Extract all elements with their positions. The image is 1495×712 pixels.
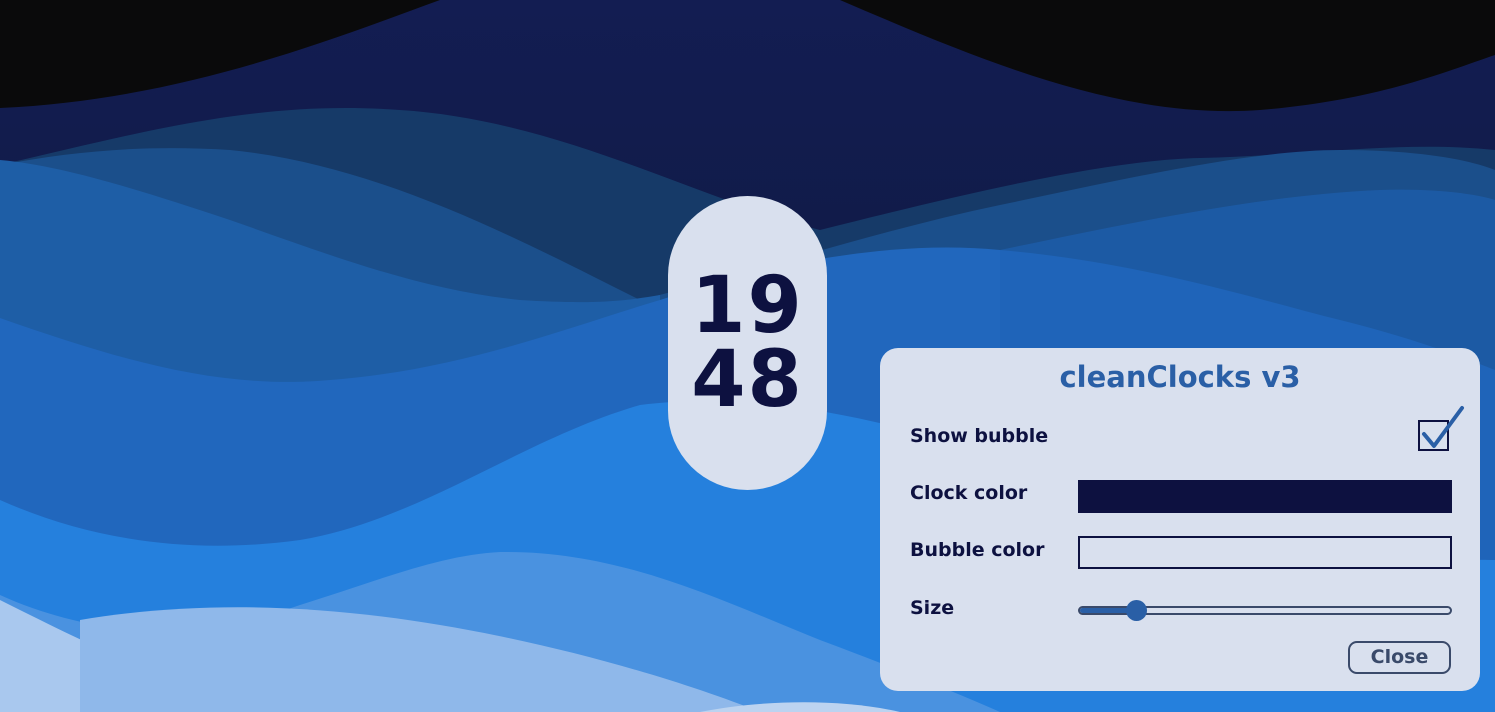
clock-hours: 19 — [691, 261, 804, 351]
panel-title: cleanClocks v3 — [1059, 360, 1301, 394]
size-slider-thumb[interactable] — [1125, 600, 1147, 621]
clock-color-label: Clock color — [910, 482, 1028, 504]
bubble-color-swatch[interactable] — [1078, 536, 1452, 569]
clock-minutes: 48 — [691, 335, 804, 425]
close-button[interactable]: Close — [1348, 641, 1451, 674]
show-bubble-label: Show bubble — [910, 425, 1049, 447]
bubble-color-label: Bubble color — [910, 539, 1045, 561]
size-label: Size — [910, 597, 955, 619]
clock-bubble: 19 48 — [668, 196, 827, 490]
clock-color-swatch[interactable] — [1078, 480, 1452, 513]
show-bubble-checkbox[interactable] — [1418, 406, 1464, 451]
checkmark-icon — [1422, 406, 1464, 448]
settings-panel: cleanClocks v3 Show bubble Clock color B… — [880, 348, 1480, 691]
